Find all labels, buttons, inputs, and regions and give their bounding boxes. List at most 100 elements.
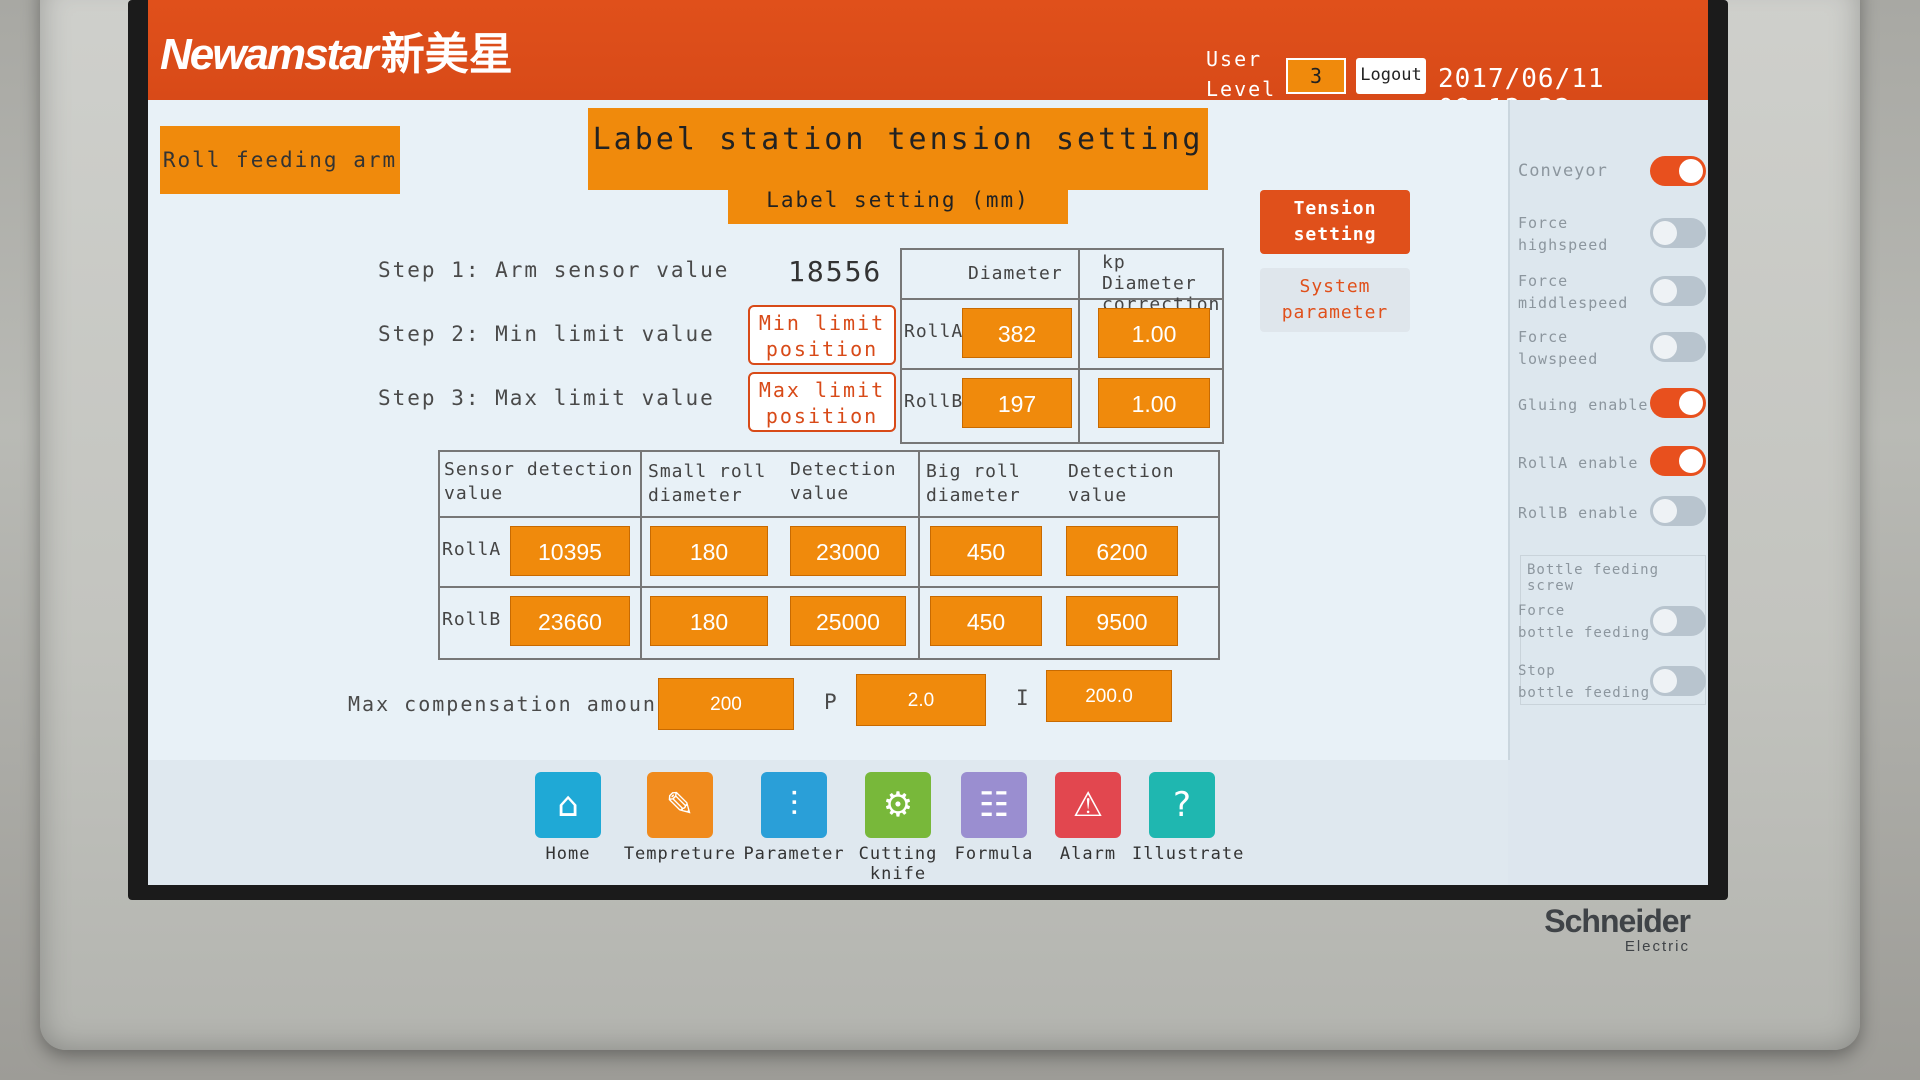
nav-parameter-label: Parameter	[743, 844, 845, 864]
force-lowspeed-label: Force lowspeed	[1518, 326, 1598, 370]
roll-b-big-field[interactable]: 450	[930, 596, 1042, 646]
det2-header-line2: value	[1068, 485, 1128, 506]
system-parameter-button[interactable]: System parameter	[1260, 268, 1410, 332]
tension-setting-button[interactable]: Tension setting	[1260, 190, 1410, 254]
roll-b-det1-field[interactable]: 25000	[790, 596, 906, 646]
big-header-line1: Big roll	[926, 461, 1021, 482]
roll-a-sensor-field[interactable]: 10395	[510, 526, 630, 576]
roll-b-small-field[interactable]: 180	[650, 596, 768, 646]
force-mid-line1: Force	[1518, 272, 1569, 290]
table-divider	[918, 452, 920, 658]
rolla-enable-label: RollA enable	[1518, 454, 1639, 472]
roll-b-label: RollB	[904, 391, 964, 412]
nav-formula[interactable]: ☷ Formula	[944, 772, 1044, 864]
big-roll-header: Big roll diameter	[926, 460, 1021, 508]
step1-label: Step 1: Arm sensor value	[378, 258, 730, 282]
force-lowspeed-toggle[interactable]	[1650, 332, 1706, 362]
diameter-header: Diameter	[968, 263, 1063, 284]
force-highspeed-label: Force highspeed	[1518, 212, 1608, 256]
det2-header-line1: Detection	[1068, 461, 1175, 482]
roll-a-big-field[interactable]: 450	[930, 526, 1042, 576]
toggle-knob	[1679, 391, 1703, 415]
sliders-icon: ⫶	[761, 772, 827, 838]
nav-tempreture-label: Tempreture	[623, 844, 737, 864]
toggle-knob	[1653, 499, 1677, 523]
schneider-name: Schneider	[1544, 903, 1691, 939]
roll-a-kp-field[interactable]: 1.00	[1098, 308, 1210, 358]
toggle-knob	[1653, 669, 1677, 693]
sensor-detection-header: Sensor detection value	[444, 458, 633, 506]
det1-header-line2: value	[790, 483, 850, 504]
toggle-knob	[1679, 449, 1703, 473]
roll-b-kp-field[interactable]: 1.00	[1098, 378, 1210, 428]
brand-name-cn: 新美星	[380, 30, 513, 79]
force-low-line2: lowspeed	[1518, 350, 1599, 368]
arm-sensor-value: 18556	[788, 255, 883, 288]
big-header-line2: diameter	[926, 485, 1021, 506]
det1-header-line1: Detection	[790, 459, 897, 480]
nav-parameter[interactable]: ⫶ Parameter	[734, 772, 854, 864]
min-limit-line2: position	[765, 337, 879, 361]
detection-value-header-1: Detection value	[790, 458, 897, 506]
nav-illustrate-label: Illustrate	[1132, 844, 1245, 864]
table-divider	[902, 368, 1222, 370]
roll-a-label: RollA	[442, 539, 502, 560]
toggle-knob	[1653, 279, 1677, 303]
table-divider	[640, 452, 642, 658]
roll-b-det2-field[interactable]: 9500	[1066, 596, 1178, 646]
max-limit-position-button[interactable]: Max limit position	[748, 372, 896, 432]
nav-cutting-knife[interactable]: ⚙ Cutting knife	[848, 772, 948, 884]
roll-a-small-field[interactable]: 180	[650, 526, 768, 576]
p-label: P	[824, 690, 839, 714]
max-compensation-label: Max compensation amount	[348, 692, 671, 716]
force-bottle-line2: bottle feeding	[1518, 625, 1651, 641]
stop-bottle-line2: bottle feeding	[1518, 685, 1651, 701]
i-value-field[interactable]: 200.0	[1046, 670, 1172, 722]
nav-home[interactable]: ⌂ Home	[518, 772, 618, 864]
p-value-field[interactable]: 2.0	[856, 674, 986, 726]
page-subtitle: Label setting (mm)	[728, 176, 1068, 224]
force-bottle-label: Force bottle feeding	[1518, 600, 1650, 644]
logout-button[interactable]: Logout	[1356, 58, 1426, 94]
knife-icon: ⚙	[865, 772, 931, 838]
sensor-header-line1: Sensor detection	[444, 459, 634, 480]
force-middlespeed-toggle[interactable]	[1650, 276, 1706, 306]
step3-label: Step 3: Max limit value	[378, 386, 715, 410]
small-roll-header: Small roll diameter	[648, 460, 766, 508]
system-btn-line2: parameter	[1281, 302, 1389, 323]
stop-bottle-label: Stop bottle feeding	[1518, 660, 1650, 704]
gluing-enable-toggle[interactable]	[1650, 388, 1706, 418]
force-bottle-toggle[interactable]	[1650, 606, 1706, 636]
rollb-enable-label: RollB enable	[1518, 504, 1639, 522]
rollb-enable-toggle[interactable]	[1650, 496, 1706, 526]
toggle-knob	[1653, 221, 1677, 245]
small-header-line1: Small roll	[648, 461, 767, 482]
bottom-nav: ⌂ Home ✎ Tempreture ⫶ Parameter ⚙ Cuttin…	[148, 760, 1508, 885]
force-mid-line2: middlespeed	[1518, 294, 1629, 312]
nav-tempreture[interactable]: ✎ Tempreture	[620, 772, 740, 864]
stop-bottle-toggle[interactable]	[1650, 666, 1706, 696]
roll-feeding-arm-button[interactable]: Roll feeding arm	[160, 126, 400, 194]
force-highspeed-toggle[interactable]	[1650, 218, 1706, 248]
roll-b-diameter-field[interactable]: 197	[962, 378, 1072, 428]
force-bottle-line1: Force	[1518, 603, 1566, 619]
roll-a-diameter-field[interactable]: 382	[962, 308, 1072, 358]
roll-a-det1-field[interactable]: 23000	[790, 526, 906, 576]
min-limit-position-button[interactable]: Min limit position	[748, 305, 896, 365]
stop-bottle-line1: Stop	[1518, 663, 1556, 679]
help-icon: ?	[1149, 772, 1215, 838]
nav-alarm[interactable]: ⚠ Alarm	[1038, 772, 1138, 864]
kp-correction-header: kp Diameter correction	[1102, 252, 1222, 315]
max-compensation-field[interactable]: 200	[658, 678, 794, 730]
conveyor-toggle[interactable]	[1650, 156, 1706, 186]
schneider-sub: Electric	[1624, 938, 1690, 955]
roll-b-sensor-field[interactable]: 23660	[510, 596, 630, 646]
toggle-knob	[1653, 609, 1677, 633]
schneider-logo: Schneider Electric	[1544, 903, 1691, 955]
nav-illustrate[interactable]: ? Illustrate	[1132, 772, 1245, 864]
roll-a-det2-field[interactable]: 6200	[1066, 526, 1178, 576]
force-high-line2: highspeed	[1518, 236, 1609, 254]
detection-value-header-2: Detection value	[1068, 460, 1175, 508]
force-middlespeed-label: Force middlespeed	[1518, 270, 1628, 314]
rolla-enable-toggle[interactable]	[1650, 446, 1706, 476]
